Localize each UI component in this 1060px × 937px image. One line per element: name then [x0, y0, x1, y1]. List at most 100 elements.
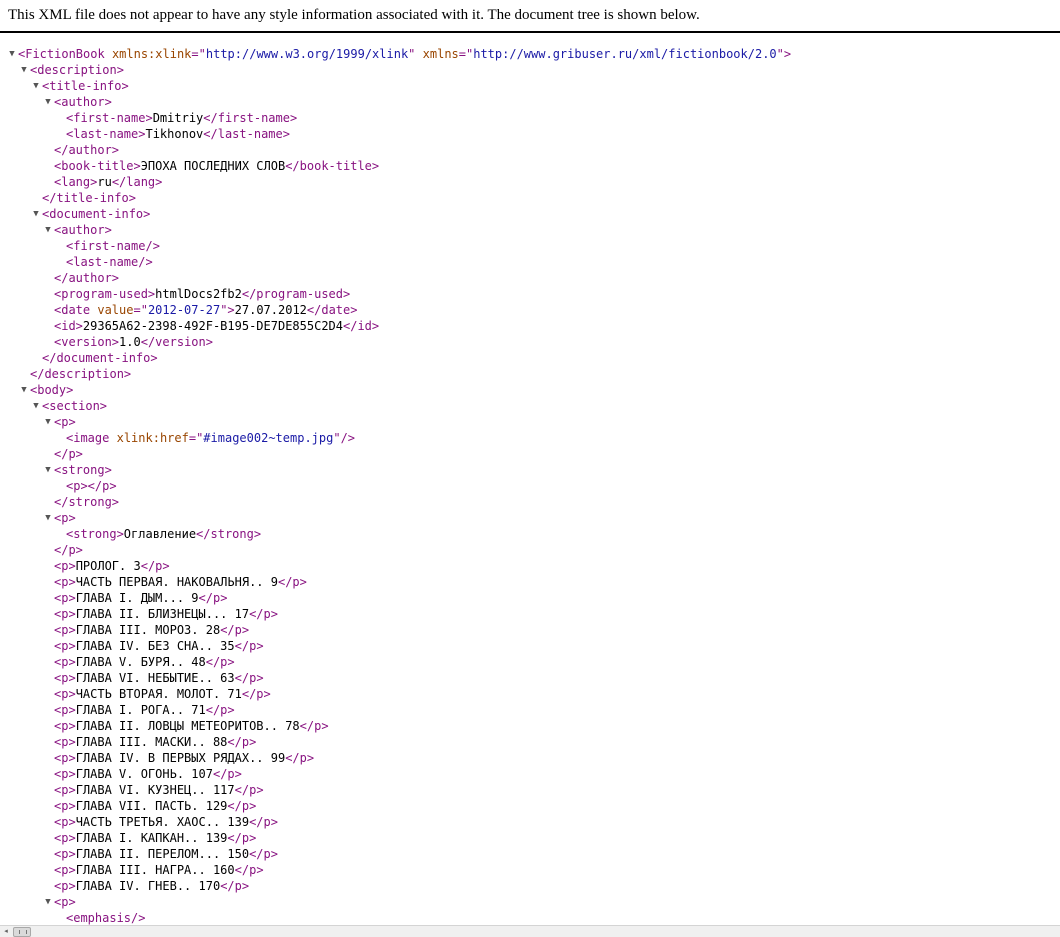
xml-tree-line: <p>ГЛАВА I. РОГА.. 71</p> — [0, 702, 1060, 718]
xml-tree-line: <p>ГЛАВА II. ПЕРЕЛОМ... 150</p> — [0, 846, 1060, 862]
xml-text: ЭПОХА ПОСЛЕДНИХ СЛОВ — [140, 159, 286, 173]
xml-tree-line: ▼ <author> — [0, 222, 1060, 238]
xml-tree-line: ▼ <body> — [0, 382, 1060, 398]
xml-tag: <p> — [54, 879, 76, 893]
xml-attr-name: value — [97, 303, 134, 317]
xml-tree-line: </p> — [0, 446, 1060, 462]
xml-tag: <p> — [54, 575, 76, 589]
xml-tree-line: <p>ГЛАВА III. МАСКИ.. 88</p> — [0, 734, 1060, 750]
xml-tree-line: ▼ <section> — [0, 398, 1060, 414]
xml-tag: <p> — [54, 607, 76, 621]
xml-tag: <program-used> — [54, 287, 156, 301]
xml-tag: </book-title> — [285, 159, 380, 173]
xml-text: ГЛАВА V. БУРЯ.. 48 — [75, 655, 206, 669]
xml-tag: </p> — [249, 815, 278, 829]
xml-attr-value: #image002~temp.jpg — [203, 431, 334, 445]
xml-tree-line: <version>1.0</version> — [0, 334, 1060, 350]
xml-tree-line: <p>ГЛАВА VI. КУЗНЕЦ.. 117</p> — [0, 782, 1060, 798]
xml-tag: </p> — [277, 575, 307, 589]
collapse-arrow-icon[interactable]: ▼ — [6, 46, 18, 62]
xml-text: Оглавление — [123, 527, 197, 541]
xml-text: 29365A62-2398-492F-B195-DE7DE855C2D4 — [82, 319, 343, 333]
xml-tree-line: ▼ <title-info> — [0, 78, 1060, 94]
xml-tag: </description> — [30, 367, 132, 381]
xml-tag: <first-name> — [66, 111, 153, 125]
xml-tag: <p> — [54, 815, 76, 829]
xml-text: ГЛАВА II. ЛОВЦЫ МЕТЕОРИТОВ.. 78 — [75, 719, 300, 733]
collapse-arrow-icon[interactable]: ▼ — [18, 62, 30, 78]
grip-icon — [19, 930, 27, 934]
xml-tree-line: </title-info> — [0, 190, 1060, 206]
xml-tree-line: <p></p> — [0, 478, 1060, 494]
xml-tag: <lang> — [54, 175, 98, 189]
xml-tag: </p> — [205, 655, 235, 669]
xml-tag: </p> — [234, 783, 264, 797]
xml-text — [415, 47, 422, 61]
collapse-arrow-icon[interactable]: ▼ — [42, 94, 54, 110]
xml-text: ГЛАВА IV. ГНЕВ.. 170 — [75, 879, 221, 893]
xml-tree-line: <first-name>Dmitriy</first-name> — [0, 110, 1060, 126]
xml-tree-line: <p>ГЛАВА I. ДЫМ... 9</p> — [0, 590, 1060, 606]
collapse-arrow-icon[interactable]: ▼ — [30, 206, 42, 222]
xml-tag: <strong> — [54, 463, 112, 477]
collapse-arrow-icon[interactable]: ▼ — [42, 222, 54, 238]
xml-text: ГЛАВА II. ПЕРЕЛОМ... 150 — [75, 847, 250, 861]
xml-tree-line: </p> — [0, 542, 1060, 558]
xml-tag: <p> — [54, 719, 76, 733]
xml-text: ГЛАВА III. МОРОЗ. 28 — [75, 623, 221, 637]
xml-tag: </p> — [227, 831, 257, 845]
collapse-arrow-icon[interactable]: ▼ — [42, 462, 54, 478]
scroll-left-arrow-icon[interactable]: ◂ — [2, 927, 10, 936]
collapse-arrow-icon[interactable]: ▼ — [18, 382, 30, 398]
xml-text: ГЛАВА I. КАПКАН.. 139 — [75, 831, 228, 845]
xml-tree-line: <image xlink:href="#image002~temp.jpg"/> — [0, 430, 1060, 446]
xml-tag: </p> — [212, 767, 242, 781]
collapse-arrow-icon[interactable]: ▼ — [42, 510, 54, 526]
xml-tree-line: <p>ГЛАВА II. ЛОВЦЫ МЕТЕОРИТОВ.. 78</p> — [0, 718, 1060, 734]
xml-tag: <version> — [54, 335, 120, 349]
xml-attr-name: xlink:href — [116, 431, 189, 445]
xml-tag: </strong> — [196, 527, 262, 541]
xml-tag: <p> — [54, 559, 76, 573]
xml-tree-line: <p>ГЛАВА III. МОРОЗ. 28</p> — [0, 622, 1060, 638]
xml-tag: =" — [191, 47, 206, 61]
xml-tag: <p> — [54, 591, 76, 605]
xml-tag: </p> — [220, 879, 250, 893]
xml-tag: </title-info> — [42, 191, 136, 205]
xml-tag: <p> — [54, 863, 76, 877]
xml-tag: </author> — [54, 271, 120, 285]
xml-tag: </last-name> — [203, 127, 290, 141]
xml-tag: <p> — [54, 623, 76, 637]
xml-tag: <body> — [30, 383, 74, 397]
collapse-arrow-icon[interactable]: ▼ — [42, 894, 54, 910]
xml-tree-line: <p>ГЛАВА I. КАПКАН.. 139</p> — [0, 830, 1060, 846]
xml-tag: <book-title> — [54, 159, 141, 173]
xml-tag: </first-name> — [203, 111, 298, 125]
collapse-arrow-icon[interactable]: ▼ — [30, 398, 42, 414]
horizontal-scrollbar[interactable]: ◂ — [0, 925, 1060, 937]
xml-tree-line: ▼ <p> — [0, 894, 1060, 910]
xml-text: Tikhonov — [145, 127, 204, 141]
xml-tag: <p> — [54, 415, 76, 429]
xml-tag: </p> — [234, 863, 264, 877]
collapse-arrow-icon[interactable]: ▼ — [42, 414, 54, 430]
xml-tag: </document-info> — [42, 351, 158, 365]
xml-tree-line: <lang>ru</lang> — [0, 174, 1060, 190]
xml-tag: <last-name> — [66, 127, 146, 141]
xml-tag: =" — [188, 431, 204, 445]
xml-tag: <date — [54, 303, 91, 317]
xml-attr-name: xmlns — [422, 47, 459, 61]
xml-tree-line: <strong>Оглавление</strong> — [0, 526, 1060, 542]
xml-tag: <author> — [54, 223, 112, 237]
xml-text: ГЛАВА III. МАСКИ.. 88 — [75, 735, 228, 749]
xml-tag: <p> — [54, 703, 76, 717]
xml-tag: <document-info> — [42, 207, 151, 221]
xml-tag: </lang> — [111, 175, 163, 189]
xml-tag: </author> — [54, 143, 120, 157]
xml-tag: </p> — [241, 687, 271, 701]
scrollbar-thumb[interactable] — [13, 927, 31, 937]
xml-tag: </p> — [249, 847, 278, 861]
collapse-arrow-icon[interactable]: ▼ — [30, 78, 42, 94]
xml-tag: <p> — [54, 671, 76, 685]
xml-tag: </p> — [249, 607, 278, 621]
